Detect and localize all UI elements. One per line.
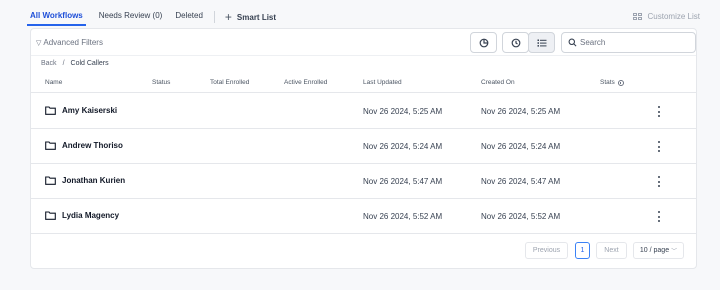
table-row[interactable]: Amy Kaiserski Nov 26 2024, 5:25 AM Nov 2… [31,94,696,129]
tab-needs-review[interactable]: Needs Review (0) [99,8,163,26]
workflow-name: Andrew Thoriso [62,141,123,150]
page-size-value: 10 / page [639,247,670,254]
column-header-name[interactable]: Name [45,79,62,86]
search-input[interactable] [580,38,690,47]
table-row[interactable]: Lydia Magency Nov 26 2024, 5:52 AM Nov 2… [31,199,696,234]
search-icon [568,38,577,47]
folder-icon [45,176,56,185]
history-button[interactable] [502,32,529,53]
toolbar-divider [31,55,696,56]
workflow-name-cell[interactable]: Amy Kaiserski [45,106,117,115]
list-icon [537,39,546,47]
add-smart-list-button[interactable]: + Smart List [224,10,277,24]
pie-chart-view-button[interactable] [470,32,497,53]
plus-icon: + [224,10,232,24]
created-on-cell: Nov 26 2024, 5:24 AM [481,142,561,151]
workflow-name: Jonathan Kurien [62,176,126,185]
column-header-stats[interactable]: Stats [600,79,624,86]
workflow-name-cell[interactable]: Jonathan Kurien [45,176,125,185]
last-updated-cell: Nov 26 2024, 5:52 AM [363,212,443,221]
column-header-created-on[interactable]: Created On [481,79,515,86]
breadcrumb-current: Cold Callers [70,60,109,67]
search-box[interactable] [561,32,696,53]
previous-page-button[interactable]: Previous [525,242,568,259]
created-on-cell: Nov 26 2024, 5:25 AM [481,107,561,116]
created-on-cell: Nov 26 2024, 5:52 AM [481,212,561,221]
kebab-menu-icon[interactable] [655,140,663,153]
list-view-button[interactable] [528,32,555,53]
last-updated-cell: Nov 26 2024, 5:25 AM [363,107,443,116]
column-header-total-enrolled[interactable]: Total Enrolled [210,79,249,86]
tab-all-workflows[interactable]: All Workflows [27,8,86,26]
breadcrumb-back-link[interactable]: Back [41,60,57,67]
kebab-menu-icon[interactable] [655,105,663,118]
created-on-cell: Nov 26 2024, 5:47 AM [481,177,561,186]
workflow-tabs: All Workflows Needs Review (0) Deleted +… [27,8,700,26]
filter-icon: ▽ [36,39,42,47]
column-header-active-enrolled[interactable]: Active Enrolled [284,79,327,86]
page-size-select[interactable]: 10 / page ﹀ [633,242,684,259]
page-1-button[interactable]: 1 [575,242,590,259]
workflow-name-cell[interactable]: Lydia Magency [45,211,119,220]
kebab-menu-icon[interactable] [655,210,663,223]
folder-icon [45,106,56,115]
workflow-name: Lydia Magency [62,211,120,220]
pie-chart-icon [479,38,488,47]
advanced-filters-label: Advanced Filters [43,38,103,47]
table-row[interactable]: Andrew Thoriso Nov 26 2024, 5:24 AM Nov … [31,129,696,164]
advanced-filters-button[interactable]: ▽ Advanced Filters [36,38,103,47]
breadcrumb-separator: / [62,60,65,67]
kebab-menu-icon[interactable] [655,175,663,188]
folder-icon [45,141,56,150]
smart-list-label: Smart List [236,12,277,22]
clock-icon [511,38,520,47]
table-header: Name Status Total Enrolled Active Enroll… [31,73,696,93]
customize-list-label: Customize List [647,11,700,21]
table-row[interactable]: Jonathan Kurien Nov 26 2024, 5:47 AM Nov… [31,164,696,199]
column-header-stats-label: Stats [600,79,615,86]
workflow-list-card: ▽ Advanced Filters Back / Cold Callers N… [30,28,697,269]
customize-list-button[interactable]: Customize List [632,8,700,24]
last-updated-cell: Nov 26 2024, 5:24 AM [363,142,443,151]
grid-icon [632,12,642,20]
column-header-status[interactable]: Status [152,79,170,86]
info-icon[interactable] [617,79,624,86]
workflow-name-cell[interactable]: Andrew Thoriso [45,141,123,150]
tab-divider [213,11,215,23]
workflow-name: Amy Kaiserski [62,106,118,115]
folder-icon [45,211,56,220]
tab-deleted[interactable]: Deleted [175,8,203,26]
column-header-last-updated[interactable]: Last Updated [363,79,402,86]
breadcrumb: Back / Cold Callers [41,60,109,67]
last-updated-cell: Nov 26 2024, 5:47 AM [363,177,443,186]
chevron-down-icon: ﹀ [671,249,678,255]
next-page-button[interactable]: Next [596,242,627,259]
